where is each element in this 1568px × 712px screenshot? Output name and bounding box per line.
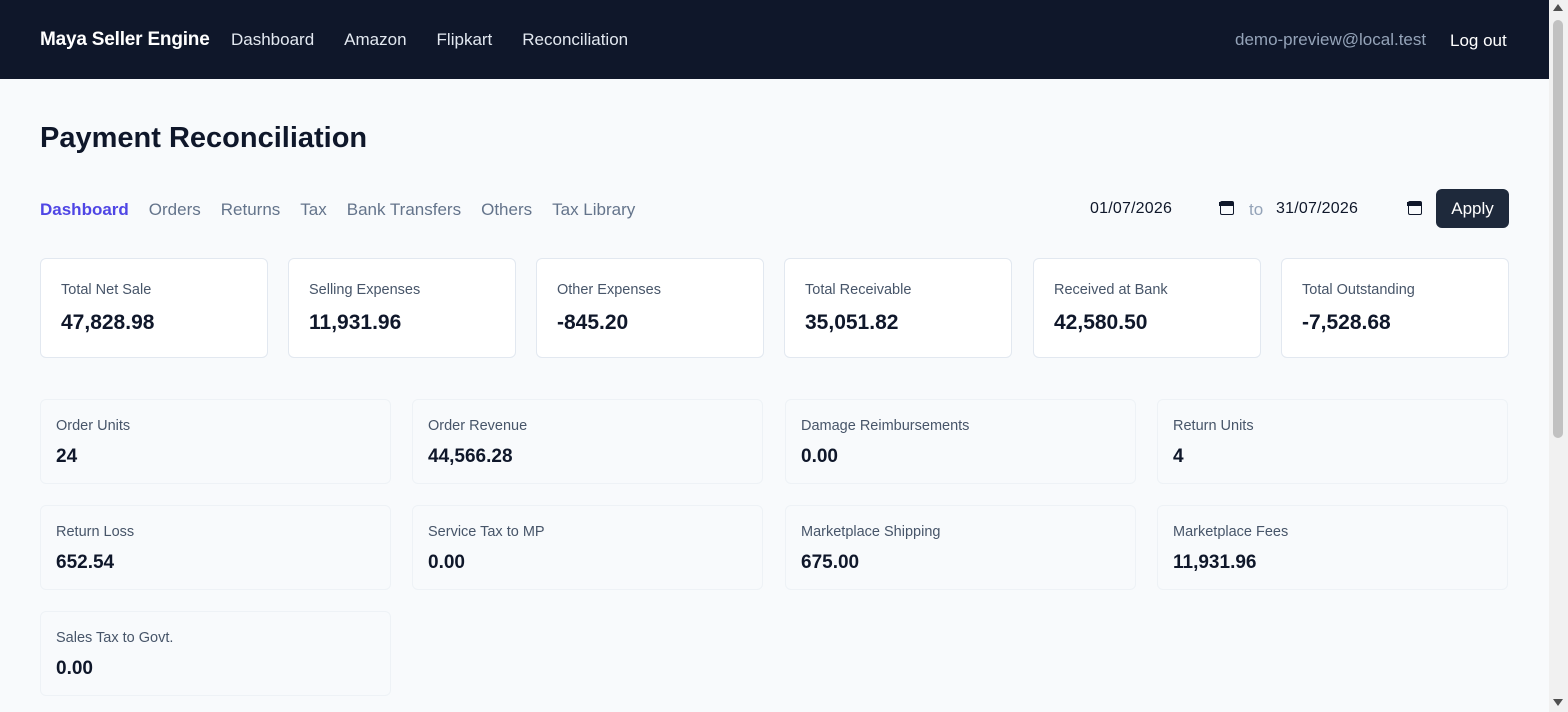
tab-tax[interactable]: Tax <box>300 200 326 220</box>
summary-value: 11,931.96 <box>309 311 402 334</box>
summary-label: Total Outstanding <box>1302 282 1415 298</box>
tab-orders[interactable]: Orders <box>149 200 201 220</box>
metric-label: Order Units <box>56 418 131 434</box>
scroll-down-arrow-icon[interactable] <box>1553 699 1563 706</box>
from-date-input[interactable]: 01/07/2026 <box>1088 195 1238 223</box>
metric-value: 675.00 <box>801 552 860 573</box>
summary-label: Other Expenses <box>557 282 661 298</box>
tab-others[interactable]: Others <box>481 200 532 220</box>
metric-value: 4 <box>1173 446 1184 467</box>
metric-card-return-units: Return Units 4 <box>1157 399 1508 484</box>
nav-dashboard[interactable]: Dashboard <box>231 30 314 50</box>
metric-value: 44,566.28 <box>428 446 513 467</box>
page-title: Payment Reconciliation <box>40 122 368 154</box>
summary-label: Total Net Sale <box>61 282 152 298</box>
metric-card-sales-tax: Sales Tax to Govt. 0.00 <box>40 611 391 696</box>
metric-label: Order Revenue <box>428 418 528 434</box>
calendar-icon[interactable] <box>1407 201 1422 215</box>
summary-card-total-net-sale: Total Net Sale 47,828.98 <box>40 258 268 358</box>
nav-reconciliation[interactable]: Reconciliation <box>522 30 628 50</box>
to-date-input[interactable]: 31/07/2026 <box>1274 195 1426 223</box>
summary-value: 47,828.98 <box>61 311 155 334</box>
metric-card-order-units: Order Units 24 <box>40 399 391 484</box>
vertical-scrollbar[interactable] <box>1549 0 1568 712</box>
summary-card-total-outstanding: Total Outstanding -7,528.68 <box>1281 258 1509 358</box>
from-date-value: 01/07/2026 <box>1090 200 1173 217</box>
summary-card-selling-expenses: Selling Expenses 11,931.96 <box>288 258 516 358</box>
metric-value: 0.00 <box>56 658 93 679</box>
metric-card-return-loss: Return Loss 652.54 <box>40 505 391 590</box>
tab-dashboard[interactable]: Dashboard <box>40 200 129 220</box>
metric-label: Marketplace Fees <box>1173 524 1289 540</box>
summary-label: Total Receivable <box>805 282 912 298</box>
scroll-up-arrow-icon[interactable] <box>1553 4 1563 11</box>
tab-tax-library[interactable]: Tax Library <box>552 200 635 220</box>
metric-card-order-revenue: Order Revenue 44,566.28 <box>412 399 763 484</box>
summary-value: 42,580.50 <box>1054 311 1148 334</box>
metric-value: 11,931.96 <box>1173 552 1257 573</box>
nav-amazon[interactable]: Amazon <box>344 30 406 50</box>
metric-value: 0.00 <box>428 552 465 573</box>
logout-button[interactable]: Log out <box>1450 31 1507 51</box>
metric-label: Return Units <box>1173 418 1254 434</box>
metric-card-service-tax: Service Tax to MP 0.00 <box>412 505 763 590</box>
nav-flipkart[interactable]: Flipkart <box>437 30 493 50</box>
date-range-separator: to <box>1249 200 1264 219</box>
metric-card-marketplace-fees: Marketplace Fees 11,931.96 <box>1157 505 1508 590</box>
to-date-value: 31/07/2026 <box>1276 200 1359 217</box>
calendar-icon[interactable] <box>1219 201 1234 215</box>
top-navbar: Maya Seller Engine Dashboard Amazon Flip… <box>0 0 1549 79</box>
metric-label: Marketplace Shipping <box>801 524 941 540</box>
summary-card-total-receivable: Total Receivable 35,051.82 <box>784 258 1012 358</box>
metric-card-damage-reimbursements: Damage Reimbursements 0.00 <box>785 399 1136 484</box>
tab-bank-transfers[interactable]: Bank Transfers <box>347 200 461 220</box>
metric-value: 24 <box>56 446 78 467</box>
summary-value: -845.20 <box>557 311 629 334</box>
summary-label: Selling Expenses <box>309 282 421 298</box>
summary-value: 35,051.82 <box>805 311 899 334</box>
metric-label: Return Loss <box>56 524 135 540</box>
metric-value: 652.54 <box>56 552 115 573</box>
metric-label: Sales Tax to Govt. <box>56 630 174 646</box>
tab-returns[interactable]: Returns <box>221 200 281 220</box>
brand-logo[interactable]: Maya Seller Engine <box>40 29 210 51</box>
summary-value: -7,528.68 <box>1302 311 1391 334</box>
metric-label: Service Tax to MP <box>428 524 545 540</box>
reconciliation-tabs: Dashboard Orders Returns Tax Bank Transf… <box>40 200 635 220</box>
scroll-thumb[interactable] <box>1553 20 1563 438</box>
summary-card-received-at-bank: Received at Bank 42,580.50 <box>1033 258 1261 358</box>
main-nav: Dashboard Amazon Flipkart Reconciliation <box>231 30 628 50</box>
metric-label: Damage Reimbursements <box>801 418 970 434</box>
metric-value: 0.00 <box>801 446 838 467</box>
summary-card-other-expenses: Other Expenses -845.20 <box>536 258 764 358</box>
summary-label: Received at Bank <box>1054 282 1168 298</box>
metric-card-marketplace-shipping: Marketplace Shipping 675.00 <box>785 505 1136 590</box>
apply-button[interactable]: Apply <box>1436 189 1509 228</box>
user-email: demo-preview@local.test <box>1235 30 1427 49</box>
